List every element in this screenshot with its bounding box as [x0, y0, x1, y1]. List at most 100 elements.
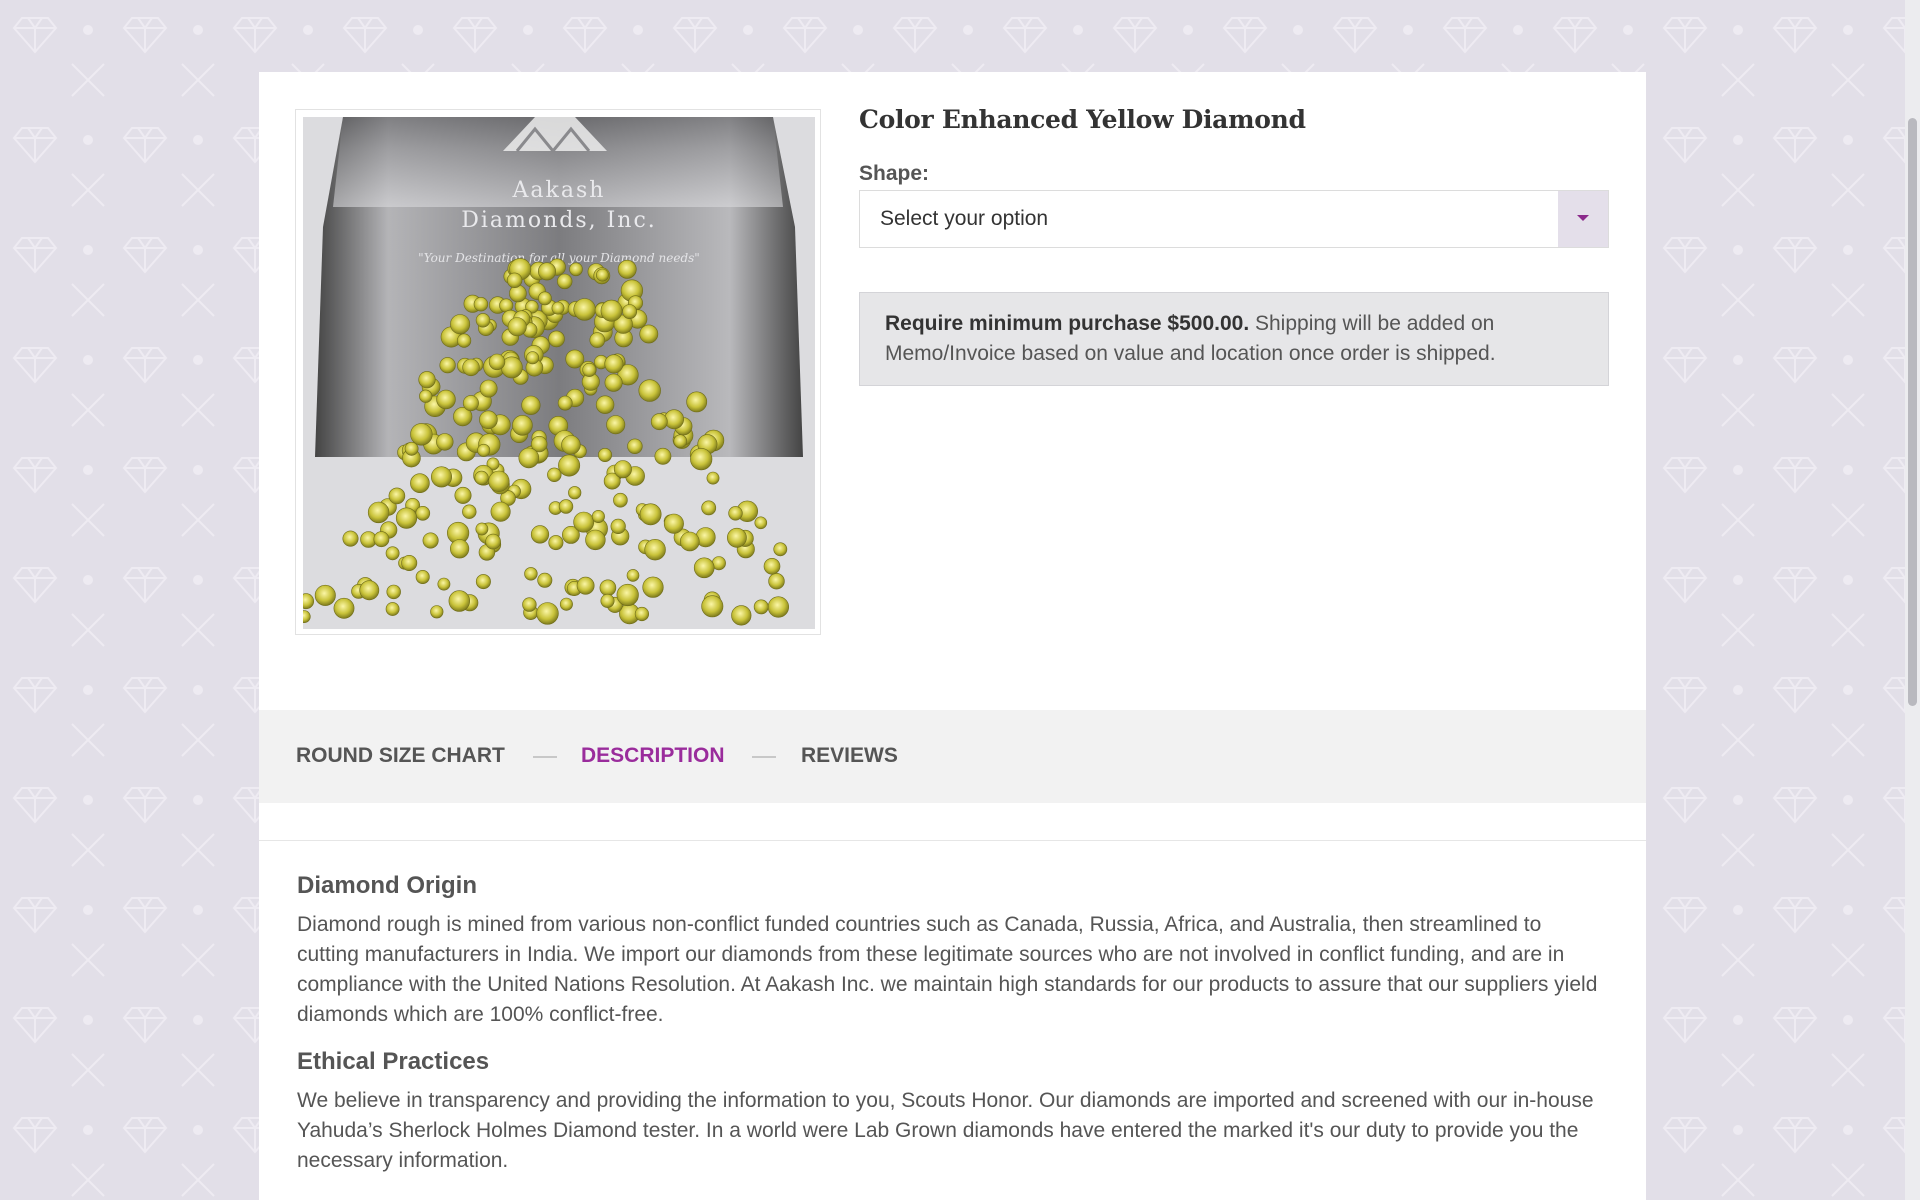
tray-brand-line1: Aakash — [512, 178, 606, 203]
diamond-gem — [728, 506, 743, 521]
diamond-gem — [753, 599, 769, 615]
diamond-gem — [437, 577, 451, 591]
diamond-gem — [410, 473, 430, 494]
diamond-gem — [385, 546, 400, 561]
diamond-gem — [582, 362, 597, 377]
diamond-gem — [454, 486, 472, 504]
diamond-gem — [634, 606, 650, 622]
tab-round-size-chart[interactable]: Round Size Chart — [296, 744, 505, 768]
diamond-gem — [477, 443, 491, 457]
diamond-gem — [524, 567, 538, 581]
diamond-gem — [462, 358, 480, 377]
diamond-gem — [597, 447, 612, 462]
diamond-gem — [415, 505, 431, 521]
diamond-gem — [585, 529, 606, 551]
diamond-gem — [415, 569, 430, 584]
diamond-gem — [573, 298, 596, 321]
diamond-gem — [450, 314, 471, 335]
diamond-gem — [639, 324, 659, 344]
diamond-gem — [518, 447, 540, 469]
diamond-gem — [450, 539, 470, 559]
diamond-gem — [650, 413, 668, 431]
tab-description[interactable]: Description — [581, 744, 725, 768]
diamond-gem — [479, 410, 498, 430]
diamond-gem — [410, 423, 433, 446]
diamond-gem — [591, 509, 605, 523]
diamond-gem — [436, 433, 454, 451]
minimum-purchase-notice: Require minimum purchase $500.00. Shippi… — [859, 292, 1609, 386]
diamond-gem — [419, 389, 433, 403]
diamond-gem — [599, 579, 617, 597]
diamond-gem — [726, 527, 747, 548]
diamond-gem — [431, 466, 453, 488]
diamond-gem — [616, 583, 639, 607]
product-title: Color Enhanced Yellow Diamond — [859, 105, 1306, 134]
diamond-gem — [439, 357, 456, 374]
diamond-gem — [473, 297, 489, 312]
shape-select-toggle[interactable] — [1558, 191, 1608, 247]
section-heading-diamond-origin: Diamond Origin — [297, 872, 477, 899]
diamond-gem — [731, 605, 752, 626]
diamond-gem — [530, 525, 550, 544]
section-divider — [259, 840, 1646, 841]
diamond-gem — [767, 596, 790, 618]
section-body-ethical-practices: We believe in transparency and providing… — [297, 1089, 1594, 1172]
product-image: Aakash Diamonds, Inc. "Your Destination … — [303, 117, 815, 629]
diamond-gem — [342, 530, 359, 547]
diamond-gem — [373, 531, 390, 548]
diamond-gem — [679, 531, 700, 552]
shape-select-value: Select your option — [880, 207, 1049, 230]
diamond-gem — [462, 395, 479, 412]
diamond-gem — [573, 511, 595, 533]
diamond-gem — [488, 470, 510, 492]
product-tabs: Round Size Chart Description Reviews — [259, 710, 1646, 803]
diamond-gem — [386, 584, 401, 600]
diamond-gem — [490, 501, 511, 522]
page-scrollbar[interactable] — [1905, 0, 1920, 1200]
diamond-gem — [457, 333, 472, 348]
diamond-gem — [604, 373, 623, 392]
chevron-down-icon — [1577, 215, 1589, 221]
diamond-gem — [773, 542, 788, 557]
diamond-gem — [639, 503, 662, 526]
diamond-gem — [595, 268, 609, 282]
diamond-gem — [686, 391, 708, 413]
diamond-gem — [642, 576, 664, 598]
diamond-gem — [404, 441, 419, 456]
shape-label: Shape: — [859, 162, 930, 185]
diamond-gem — [422, 532, 439, 549]
tab-reviews[interactable]: Reviews — [801, 744, 898, 768]
diamond-gem — [558, 499, 574, 514]
diamond-gem — [430, 605, 444, 619]
diamond-gem — [622, 304, 637, 319]
diamond-gem — [644, 539, 666, 561]
diamond-gem — [548, 330, 565, 348]
diamond-gem — [537, 572, 553, 588]
diamond-gem — [314, 584, 336, 606]
product-card: Aakash Diamonds, Inc. "Your Destination … — [259, 72, 1646, 1200]
diamond-gem — [512, 414, 533, 436]
section-body-diamond-origin: Diamond rough is mined from various non-… — [297, 913, 1598, 1026]
diamond-gem — [561, 435, 581, 455]
diamond-gem — [706, 471, 720, 485]
tab-separator — [752, 756, 776, 758]
scrollbar-thumb[interactable] — [1908, 118, 1917, 706]
diamond-gem — [551, 301, 565, 315]
diamond-gem — [448, 590, 471, 612]
diamond-gem — [664, 409, 685, 430]
diamond-gem — [418, 371, 436, 389]
diamond-gem — [569, 262, 583, 277]
diamond-gem — [617, 259, 637, 279]
diamond-gem — [604, 354, 624, 374]
diamond-gem — [701, 595, 724, 618]
diamond-gem — [673, 434, 688, 449]
diamond-gem — [559, 597, 573, 611]
diamond-gem — [654, 447, 672, 465]
product-image-frame[interactable]: Aakash Diamonds, Inc. "Your Destination … — [295, 109, 821, 635]
shape-select[interactable]: Select your option — [859, 190, 1609, 248]
diamond-gem — [537, 291, 552, 306]
diamond-gem — [475, 313, 491, 328]
tab-separator — [533, 756, 557, 758]
diamond-gem — [626, 569, 640, 582]
diamond-gem — [388, 487, 406, 505]
